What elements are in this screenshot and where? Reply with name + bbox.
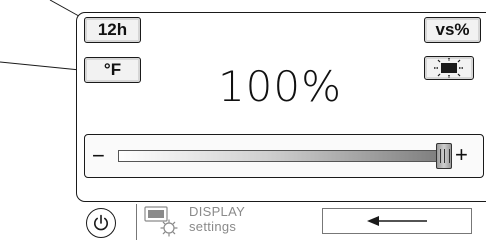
slider-thumb[interactable] <box>436 143 452 169</box>
display-settings-label-line1: DISPLAY <box>189 204 246 219</box>
brightness-value: 100% <box>217 62 343 111</box>
screen-brightness-icon <box>434 58 464 78</box>
thumb-grip-icon <box>440 149 450 163</box>
arrow-left-icon <box>367 216 427 226</box>
decrease-icon[interactable]: − <box>92 145 105 167</box>
increase-icon[interactable]: + <box>455 144 468 166</box>
display-settings-icon <box>144 206 178 237</box>
back-button[interactable] <box>322 208 472 234</box>
power-icon <box>94 214 108 231</box>
time-format-button[interactable]: 12h <box>84 17 141 43</box>
brightness-slider[interactable]: − + <box>84 134 484 178</box>
display-settings-label-line2: settings <box>189 219 237 234</box>
slider-fill <box>119 151 447 161</box>
device-screen: 12h °F vs% 100% − + DISPLAY settings <box>0 0 486 240</box>
display-settings-button[interactable]: DISPLAY settings <box>142 204 282 238</box>
vs-percent-button[interactable]: vs% <box>424 17 481 43</box>
callout-line-unit <box>0 61 81 71</box>
slider-track[interactable] <box>118 150 448 162</box>
power-button[interactable] <box>86 208 116 238</box>
screen-brightness-button[interactable] <box>424 56 474 80</box>
bottom-divider <box>136 204 137 240</box>
bottom-bar: DISPLAY settings <box>76 200 486 240</box>
temperature-unit-button[interactable]: °F <box>84 57 141 83</box>
